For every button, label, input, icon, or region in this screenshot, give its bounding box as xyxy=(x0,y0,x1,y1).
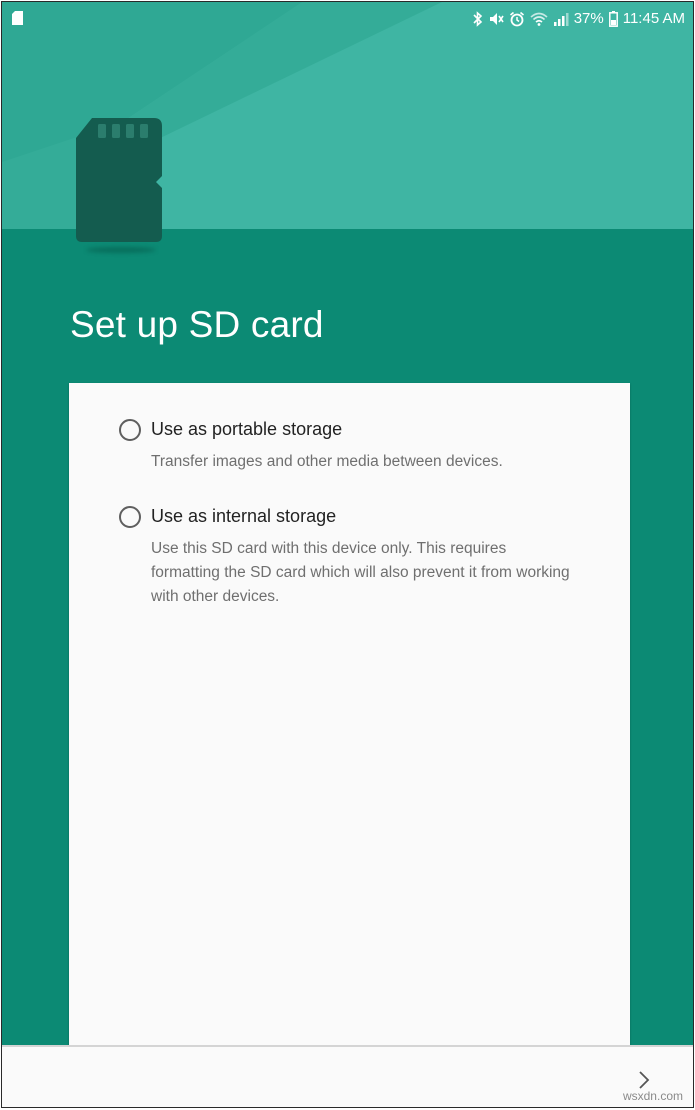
chevron-right-icon xyxy=(639,1071,650,1089)
portable-storage-title: Use as portable storage xyxy=(151,419,343,439)
watermark: wsxdn.com xyxy=(622,1089,683,1103)
alarm-icon xyxy=(509,11,524,27)
wifi-icon xyxy=(530,12,548,26)
setup-sd-card-screen: 37% 11:45 AM Set up SD card Use as porta… xyxy=(1,1,694,1108)
sd-card-icon xyxy=(76,118,162,242)
bottom-navigation-bar: wsxdn.com xyxy=(2,1045,693,1107)
internal-storage-title: Use as internal storage xyxy=(151,506,337,526)
clock: 11:45 AM xyxy=(622,10,685,27)
sd-card-notification-icon xyxy=(12,11,23,25)
battery-icon xyxy=(608,11,618,27)
portable-storage-radio[interactable] xyxy=(119,419,141,441)
signal-icon xyxy=(553,13,569,26)
storage-options-card: Use as portable storage Transfer images … xyxy=(69,383,630,1047)
internal-storage-radio[interactable] xyxy=(119,506,141,528)
status-icons: 37% 11:45 AM xyxy=(473,9,685,29)
bluetooth-icon xyxy=(473,11,482,27)
sd-card-shadow xyxy=(86,247,156,253)
internal-storage-description: Use this SD card with this device only. … xyxy=(151,540,570,605)
mute-icon xyxy=(489,13,504,25)
battery-percent: 37% xyxy=(573,10,604,27)
page-title: Set up SD card xyxy=(70,304,324,345)
portable-storage-description: Transfer images and other media between … xyxy=(151,453,503,470)
status-bar: 37% 11:45 AM xyxy=(2,2,693,36)
